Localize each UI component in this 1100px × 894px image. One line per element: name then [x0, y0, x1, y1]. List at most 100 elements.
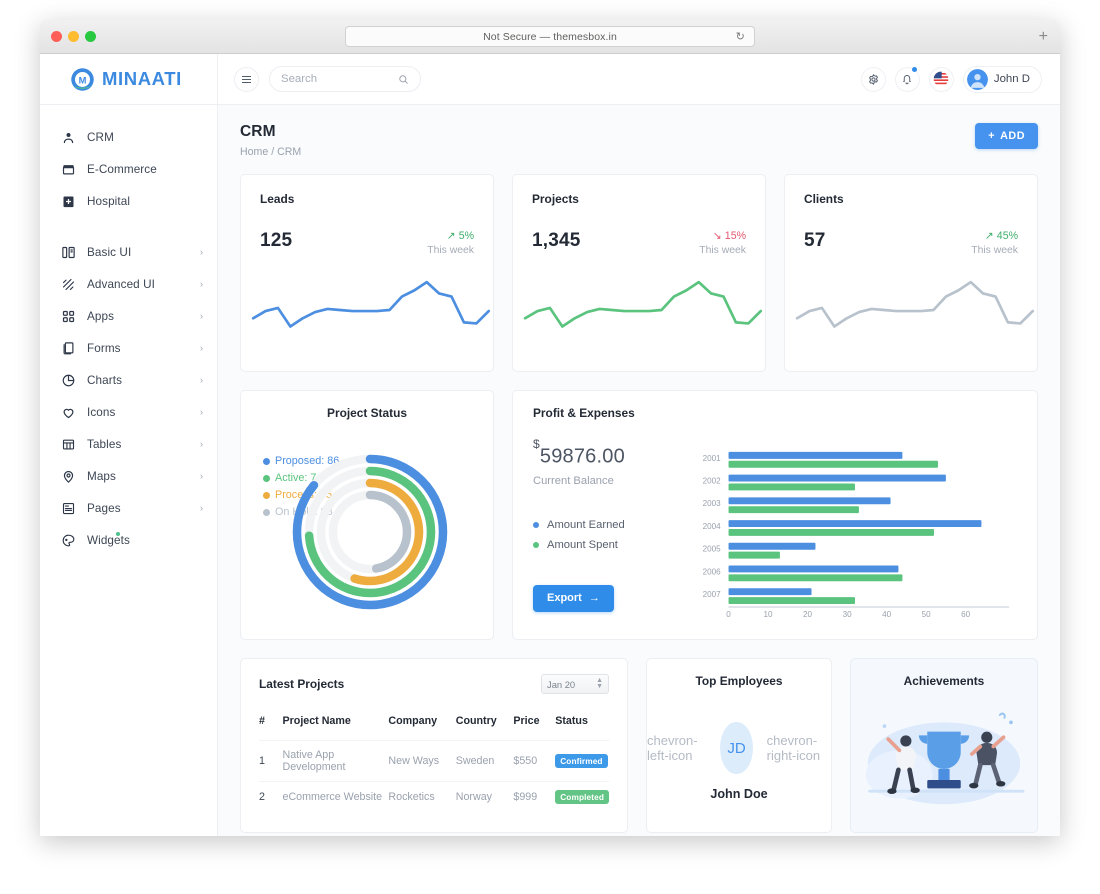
current-balance-label: Current Balance — [533, 474, 614, 487]
plus-icon[interactable]: + — [1039, 28, 1048, 45]
search-box[interactable] — [269, 66, 421, 92]
stat-card-leads: Leads 125 ↗ 5% This week — [240, 174, 494, 372]
profit-legend: Amount Earned Amount Spent — [533, 519, 683, 551]
column-header: Status — [555, 715, 588, 727]
stat-percent: 15% — [724, 230, 746, 242]
date-filter-value: Jan 20 — [547, 678, 576, 690]
stat-card-clients: Clients 57 ↗ 45% This week — [784, 174, 1038, 372]
table-row[interactable]: 2 eCommerce Website Rocketics Norway $99… — [259, 781, 609, 812]
chevron-right-icon[interactable]: chevron-right-icon — [767, 733, 831, 763]
address-bar-text: Not Secure — themesbox.in — [483, 30, 617, 43]
y-tick-label: 2001 — [703, 454, 722, 463]
sidebar-item-basic-ui[interactable]: Basic UI › — [40, 236, 217, 268]
brand-logo[interactable]: M MINAATI — [40, 54, 217, 105]
minimize-window-button[interactable] — [68, 31, 79, 42]
sidebar-item-charts[interactable]: Charts › — [40, 364, 217, 396]
chevron-right-icon: › — [200, 246, 203, 257]
employee-avatar[interactable]: JD — [720, 722, 753, 774]
stats-row: Leads 125 ↗ 5% This week Projects 1,345 … — [240, 174, 1038, 372]
address-bar[interactable]: Not Secure — themesbox.in ↻ — [345, 26, 755, 47]
leads-sparkline — [251, 280, 491, 328]
legend-item: Amount Spent — [533, 539, 683, 551]
close-window-button[interactable] — [51, 31, 62, 42]
y-tick-label: 2006 — [703, 567, 722, 576]
chevron-right-icon: › — [200, 406, 203, 417]
sidebar-item-crm[interactable]: CRM — [40, 121, 217, 153]
page-header: CRM Home / CRM + ADD — [240, 123, 1038, 158]
employee-initials: JD — [727, 739, 746, 757]
sidebar-item-label: CRM — [87, 130, 114, 144]
legend-item: Amount Earned — [533, 519, 683, 531]
top-employees-card: Top Employees chevron-left-icon JD chevr… — [646, 658, 832, 833]
bar-group-2001 — [728, 451, 938, 468]
gear-icon — [869, 73, 878, 85]
project-price: $550 — [513, 740, 556, 782]
reload-icon[interactable]: ↻ — [736, 30, 745, 43]
settings-button[interactable] — [860, 66, 886, 92]
sidebar-item-ecommerce[interactable]: E-Commerce — [40, 153, 217, 185]
stat-period: This week — [427, 245, 474, 256]
chevron-right-icon: › — [200, 310, 203, 321]
export-button-label: Export — [547, 592, 582, 605]
sidebar-item-label: Charts — [87, 373, 123, 387]
us-flag-icon — [934, 71, 949, 87]
sidebar-item-apps[interactable]: Apps › — [40, 300, 217, 332]
avatar-icon — [966, 68, 988, 90]
stat-period: This week — [971, 245, 1018, 256]
legend-dot — [263, 457, 270, 465]
breadcrumb-separator: / — [271, 146, 275, 158]
sidebar-item-pages[interactable]: Pages › — [40, 492, 217, 524]
breadcrumb: Home / CRM — [240, 146, 301, 158]
sidebar-item-hospital[interactable]: Hospital — [40, 185, 217, 217]
table-icon — [62, 439, 75, 449]
page-icon — [62, 502, 75, 514]
notifications-button[interactable] — [894, 66, 920, 92]
user-menu[interactable]: John D — [962, 65, 1042, 93]
form-icon — [63, 341, 74, 354]
card-title: Achievements — [903, 674, 985, 688]
sidebar-item-icons[interactable]: Icons › — [40, 396, 217, 428]
column-header: Company — [388, 715, 438, 727]
project-status-cell: Completed — [555, 781, 609, 812]
export-button[interactable]: Export → — [533, 584, 614, 612]
layout-icon — [62, 246, 75, 258]
search-icon — [399, 74, 408, 84]
sidebar-item-tables[interactable]: Tables › — [40, 428, 217, 460]
project-name: Native App Development — [282, 740, 389, 782]
current-balance-value: $59876.00 — [533, 437, 683, 469]
stat-value: 125 — [260, 230, 293, 251]
stat-change: ↗ 5% — [427, 230, 474, 242]
column-header: Project Name — [282, 715, 351, 727]
x-tick-label: 50 — [922, 610, 932, 617]
table-row[interactable]: 1 Native App Development New Ways Sweden… — [259, 740, 609, 782]
chevron-left-icon[interactable]: chevron-left-icon — [647, 733, 706, 763]
project-company: New Ways — [388, 740, 456, 782]
row-index: 1 — [259, 740, 283, 782]
add-button[interactable]: + ADD — [975, 123, 1038, 149]
stat-percent: 45% — [996, 230, 1018, 242]
sidebar-item-widgets[interactable]: Widgets — [40, 524, 217, 556]
hamburger-icon[interactable] — [234, 66, 259, 92]
window-traffic-lights[interactable] — [51, 31, 96, 42]
date-filter-select[interactable]: Jan 20 ▲ ▼ — [541, 674, 609, 694]
arrow-right-icon: → — [588, 592, 600, 605]
sidebar: M MINAATI CRM E-Commerce Hospital Basic … — [40, 54, 218, 836]
svg-text:M: M — [79, 75, 87, 85]
currency-symbol: $ — [533, 437, 540, 452]
maximize-window-button[interactable] — [85, 31, 96, 42]
legend-dot — [263, 491, 270, 499]
sidebar-item-advanced-ui[interactable]: Advanced UI › — [40, 268, 217, 300]
latest-projects-table: # Project Name Company Country Price Sta… — [259, 715, 609, 812]
project-company: Rocketics — [388, 781, 456, 812]
x-tick-label: 20 — [803, 610, 813, 617]
bottom-row: Latest Projects Jan 20 ▲ ▼ # Project Name — [240, 658, 1038, 833]
sidebar-divider — [40, 217, 217, 236]
sidebar-item-maps[interactable]: Maps › — [40, 460, 217, 492]
store-icon — [62, 164, 75, 174]
sidebar-item-forms[interactable]: Forms › — [40, 332, 217, 364]
breadcrumb-home[interactable]: Home — [240, 146, 268, 158]
language-button[interactable] — [928, 66, 954, 92]
search-input[interactable] — [281, 73, 392, 85]
main-column: John D CRM Home / CRM + — [218, 54, 1060, 836]
page-title: CRM — [240, 123, 276, 140]
